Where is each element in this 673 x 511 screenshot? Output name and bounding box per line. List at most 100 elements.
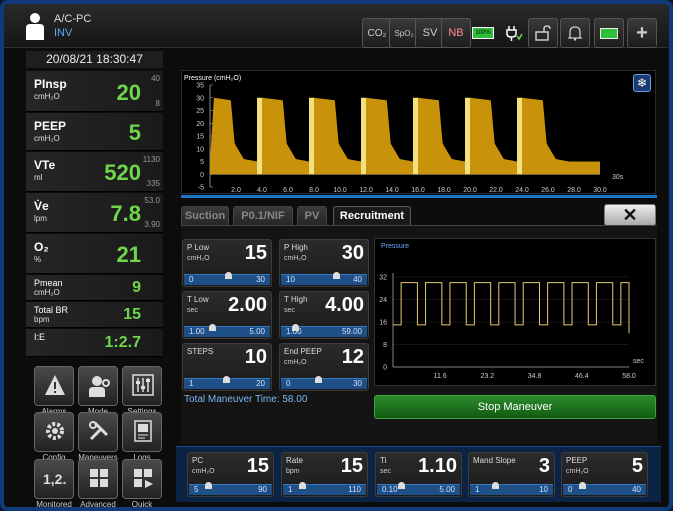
setting-slider-knob[interactable]: [491, 482, 499, 489]
setting-slider-track[interactable]: 1 110: [283, 482, 366, 495]
maneuvers-button[interactable]: [78, 412, 118, 452]
advanced-button[interactable]: [78, 459, 118, 499]
setting-slider-knob[interactable]: [333, 272, 341, 279]
top-bar: A/C-PC INV CO₂ SpO₂ SV NB 100% +: [4, 4, 669, 48]
tab-suction[interactable]: Suction: [181, 206, 229, 225]
parameter-o: O₂% 21: [26, 234, 163, 274]
parameter-unit: %: [34, 255, 42, 264]
screen-button[interactable]: [594, 18, 624, 48]
total-maneuver-time: Total Maneuver Time: 58.00: [184, 394, 308, 405]
setting-value: 4.00: [325, 294, 364, 316]
svg-text:1,2..: 1,2..: [43, 471, 67, 487]
setting-rate[interactable]: Rate bpm 15 1 110: [281, 452, 368, 497]
setting-t-high[interactable]: T High sec 4.00 1.00 59.00: [279, 291, 369, 339]
setting-slider-knob[interactable]: [292, 324, 300, 331]
x-tick-label: 28.0: [567, 187, 581, 194]
x-axis-unit: sec: [633, 358, 644, 365]
screen-icon: [600, 27, 618, 39]
parameter-value: 7.8: [110, 201, 141, 226]
quick-button[interactable]: [122, 459, 162, 499]
setting-ti[interactable]: Ti sec 1.10 0.10 5.00: [375, 452, 462, 497]
waveform-title: Pressure (cmH₂O): [184, 75, 241, 82]
setting-unit: bpm: [286, 468, 300, 475]
alarm-bell-button[interactable]: [560, 18, 590, 48]
setting-peep[interactable]: PEEP cmH₂O 5 0 40: [561, 452, 648, 497]
setting-max: 30: [256, 275, 265, 284]
parameter-value: 1:2.7: [104, 334, 141, 351]
setting-slider-knob[interactable]: [225, 272, 232, 279]
setting-p-high[interactable]: P High cmH₂O 30 10 40: [279, 239, 369, 287]
setting-slider-knob[interactable]: [397, 482, 405, 489]
parameter-name: VTe: [34, 158, 56, 172]
setting-max: 40: [632, 485, 641, 494]
setting-slider-knob[interactable]: [315, 376, 323, 383]
setting-name: STEPS: [187, 347, 214, 356]
tools-icon: [89, 421, 109, 441]
recruitment-pressure-chart: Pressure 32 24 16 8 0 11.6 23.2 34.8 46.4 58.0 sec: [379, 243, 644, 380]
logs-button[interactable]: [122, 412, 162, 452]
setting-min: 10: [286, 275, 295, 284]
setting-max: 20: [256, 379, 265, 388]
setting-value: 10: [244, 346, 267, 368]
setting-t-low[interactable]: T Low sec 2.00 1.00 5.00: [182, 291, 272, 339]
setting-slider-track[interactable]: 0 30: [184, 272, 270, 285]
setting-max: 5.00: [439, 485, 455, 494]
parameter-name: V̇e: [34, 199, 49, 213]
setting-min: 1: [475, 485, 480, 494]
tab-pv[interactable]: PV: [297, 206, 327, 225]
parameter-value: 520: [104, 160, 141, 185]
co2-button[interactable]: CO₂: [362, 18, 392, 48]
setting-name: PC: [192, 456, 204, 465]
setting-slider-knob[interactable]: [208, 324, 216, 331]
setting-unit: sec: [284, 307, 295, 314]
nb-button[interactable]: NB: [441, 18, 471, 48]
parameter-unit: cmH₂O: [34, 92, 60, 101]
setting-slider-track[interactable]: 1 10: [470, 482, 553, 495]
tab-p01-nif[interactable]: P0.1/NIF: [233, 206, 293, 225]
setting-slider-track[interactable]: 1 20: [184, 376, 270, 389]
parameter-total-br: Total BR bpm 15: [26, 302, 163, 328]
monitored-button[interactable]: 1,2..: [34, 459, 74, 499]
x-tick-label: 12.0: [359, 187, 373, 194]
mode-button[interactable]: [78, 366, 118, 406]
advanced-label: Advanced: [80, 500, 116, 509]
setting-name: T Low: [187, 295, 209, 304]
pressure-chart-title: Pressure: [381, 243, 409, 250]
settings-button[interactable]: [122, 366, 162, 406]
stop-maneuver-button[interactable]: Stop Maneuver: [374, 395, 656, 419]
parameter-low-limit: 3.90: [144, 220, 160, 229]
recruitment-pressure-chart-panel: Pressure 32 24 16 8 0 11.6 23.2 34.8 46.4 58.0 sec: [374, 238, 656, 386]
setting-slider-knob[interactable]: [223, 376, 231, 383]
sweep-highlight: [361, 97, 366, 175]
alarms-button[interactable]: [34, 366, 74, 406]
x-tick-label: 24.0: [515, 187, 529, 194]
add-button[interactable]: +: [627, 18, 657, 48]
setting-name: PEEP: [566, 456, 588, 465]
close-button[interactable]: ✕: [604, 204, 656, 226]
setting-name: Mand Slope: [473, 456, 516, 465]
setting-slider-track[interactable]: 1.00 5.00: [184, 324, 270, 337]
setting-p-low[interactable]: P Low cmH₂O 15 0 30: [182, 239, 272, 287]
y-tick-label: 8: [383, 342, 387, 349]
setting-steps[interactable]: STEPS 10 1 20: [182, 343, 272, 391]
unlock-button[interactable]: [528, 18, 558, 48]
setting-slider-track[interactable]: 10 40: [281, 272, 367, 285]
setting-slider-track[interactable]: 5 90: [189, 482, 272, 495]
setting-value: 2.00: [228, 294, 267, 316]
setting-slider-track[interactable]: 0.10 5.00: [377, 482, 460, 495]
sweep-highlight: [517, 97, 522, 175]
setting-end-peep[interactable]: End PEEP cmH₂O 12 0 30: [279, 343, 369, 391]
config-button[interactable]: [34, 412, 74, 452]
y-tick-label: 0: [383, 365, 387, 372]
freeze-button[interactable]: ❄: [633, 74, 651, 92]
setting-slider-knob[interactable]: [299, 482, 307, 489]
setting-slider-knob[interactable]: [204, 482, 212, 489]
setting-slider-knob[interactable]: [579, 482, 587, 489]
setting-slider-track[interactable]: 1.00 59.00: [281, 324, 367, 337]
sliders-icon: [132, 374, 154, 396]
setting-mand-slope[interactable]: Mand Slope 3 1 10: [468, 452, 555, 497]
tab-recruitment[interactable]: Recruitment: [333, 206, 411, 225]
setting-slider-track[interactable]: 0 40: [563, 482, 646, 495]
setting-slider-track[interactable]: 0 30: [281, 376, 367, 389]
setting-pc[interactable]: PC cmH₂O 15 5 90: [187, 452, 274, 497]
